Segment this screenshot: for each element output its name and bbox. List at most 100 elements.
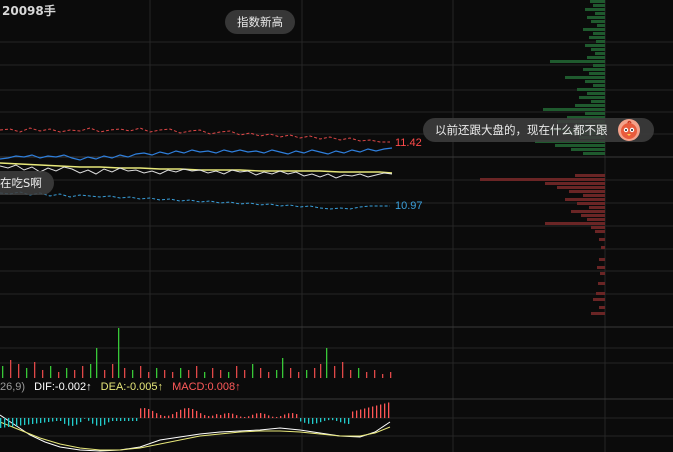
macd-hist-bar — [260, 413, 262, 418]
macd-hist-bar — [380, 404, 382, 418]
macd-hist-bar — [188, 408, 190, 418]
macd-hist-bar — [376, 405, 378, 418]
macd-hist-bar — [68, 418, 70, 426]
danmaku-left[interactable]: 在吃S啊 — [0, 171, 54, 195]
macd-hist-bar — [148, 408, 150, 418]
macd-hist-bar — [292, 413, 294, 418]
macd-hist-bar — [176, 411, 178, 418]
macd-hist-bar — [116, 418, 118, 421]
macd-hist-bar — [48, 418, 50, 422]
macd-hist-bar — [184, 408, 186, 418]
macd-hist-bar — [256, 413, 258, 418]
macd-hist-bar — [20, 418, 22, 426]
macd-hist-bar — [216, 414, 218, 418]
macd-hist-bar — [388, 402, 390, 418]
macd-hist-bar — [364, 408, 366, 418]
macd-hist-bar — [24, 418, 26, 425]
macd-hist-bar — [276, 416, 278, 418]
macd-hist-bar — [248, 416, 250, 418]
macd-hist-bar — [236, 415, 238, 418]
macd-hist-bar — [344, 418, 346, 424]
macd-hist-bar — [60, 418, 62, 421]
macd-hist-bar — [132, 418, 134, 421]
macd-hist-bar — [156, 413, 158, 418]
macd-hist-bar — [144, 408, 146, 418]
macd-hist-bar — [112, 418, 114, 421]
macd-hist-bar — [340, 418, 342, 423]
danmaku-top[interactable]: 指数新高 — [225, 10, 295, 34]
macd-hist-bar — [232, 413, 234, 418]
macd-hist-bar — [360, 409, 362, 418]
macd-hist-bar — [312, 418, 314, 424]
macd-hist-bar — [220, 414, 222, 418]
macd-hist-bar — [128, 418, 130, 421]
macd-hist-bar — [72, 418, 74, 426]
macd-hist-bar — [268, 415, 270, 418]
dea-line — [0, 421, 391, 451]
macd-hist-bar — [252, 414, 254, 418]
macd-hist-bar — [8, 418, 10, 427]
macd-hist-bar — [316, 418, 318, 424]
macd-hist-bar — [356, 410, 358, 418]
macd-hist-bar — [76, 418, 78, 425]
macd-hist-bar — [40, 418, 42, 423]
macd-hist-bar — [228, 413, 230, 418]
macd-hist-bar — [4, 418, 6, 428]
macd-hist-bar — [300, 418, 302, 422]
macd-hist-bar — [208, 415, 210, 418]
macd-hist-bar — [284, 414, 286, 418]
macd-hist-bar — [200, 413, 202, 418]
dif-line — [0, 414, 391, 452]
macd-hist-bar — [212, 415, 214, 418]
macd-hist-bar — [64, 418, 66, 424]
macd-params: 26,9) — [0, 381, 26, 393]
macd-hist-bar — [372, 406, 374, 418]
upper-price-label: 11.42 — [395, 137, 422, 149]
macd-hist-bar — [324, 418, 326, 421]
macd-hist-bar — [352, 411, 354, 418]
bird-avatar-icon — [618, 119, 640, 141]
macd-hist-bar — [172, 414, 174, 418]
macd-hist-bar — [240, 416, 242, 418]
macd-hist-bar — [348, 418, 350, 424]
macd-hist-bar — [296, 414, 298, 418]
macd-hist-bar — [304, 418, 306, 423]
macd-legend: 26,9) DIF:-0.002↑ DEA:-0.005↑ MACD:0.008… — [0, 381, 247, 393]
chart-app: 20098手 指数新高 以前还跟大盘的，现在什么都不跟 在吃S啊 11.42 1… — [0, 0, 673, 452]
macd-hist-bar — [168, 415, 170, 418]
macd-hist-bar — [88, 418, 90, 421]
lower-price-label: 10.97 — [395, 200, 423, 212]
macd-hist-bar — [32, 418, 34, 424]
macd-hist-bar — [280, 416, 282, 418]
macd-hist-bar — [204, 415, 206, 418]
macd-hist-bar — [140, 408, 142, 418]
macd-hist-bar — [264, 413, 266, 418]
macd-hist-bar — [368, 407, 370, 418]
macd-hist-bar — [160, 415, 162, 418]
macd-hist-bar — [288, 413, 290, 418]
macd-hist-bar — [244, 416, 246, 418]
macd-hist-bar — [152, 410, 154, 418]
macd-hist-bar — [104, 418, 106, 425]
macd-hist-bar — [56, 418, 58, 421]
macd-hist-bar — [196, 410, 198, 418]
macd-hist-bar — [136, 418, 138, 421]
macd-hist-bar — [0, 418, 2, 428]
macd-hist-bar — [12, 418, 14, 427]
macd-hist-bar — [108, 418, 110, 423]
macd-hist-bar — [224, 413, 226, 418]
macd-hist-bar — [16, 418, 18, 426]
macd-hist-bar — [28, 418, 30, 425]
macd-hist-bar — [52, 418, 54, 422]
macd-hist-bar — [96, 418, 98, 426]
dea-value: DEA:-0.005↑ — [100, 381, 164, 393]
macd-hist-bar — [44, 418, 46, 423]
macd-hist-bar — [92, 418, 94, 424]
macd-value: MACD:0.008↑ — [172, 381, 241, 393]
macd-hist-bar — [84, 418, 86, 419]
macd-hist-bar — [336, 418, 338, 421]
macd-hist-bar — [180, 409, 182, 418]
macd-hist-bar — [384, 403, 386, 418]
macd-hist-bar — [164, 415, 166, 418]
volume-label: 20098手 — [2, 4, 56, 18]
